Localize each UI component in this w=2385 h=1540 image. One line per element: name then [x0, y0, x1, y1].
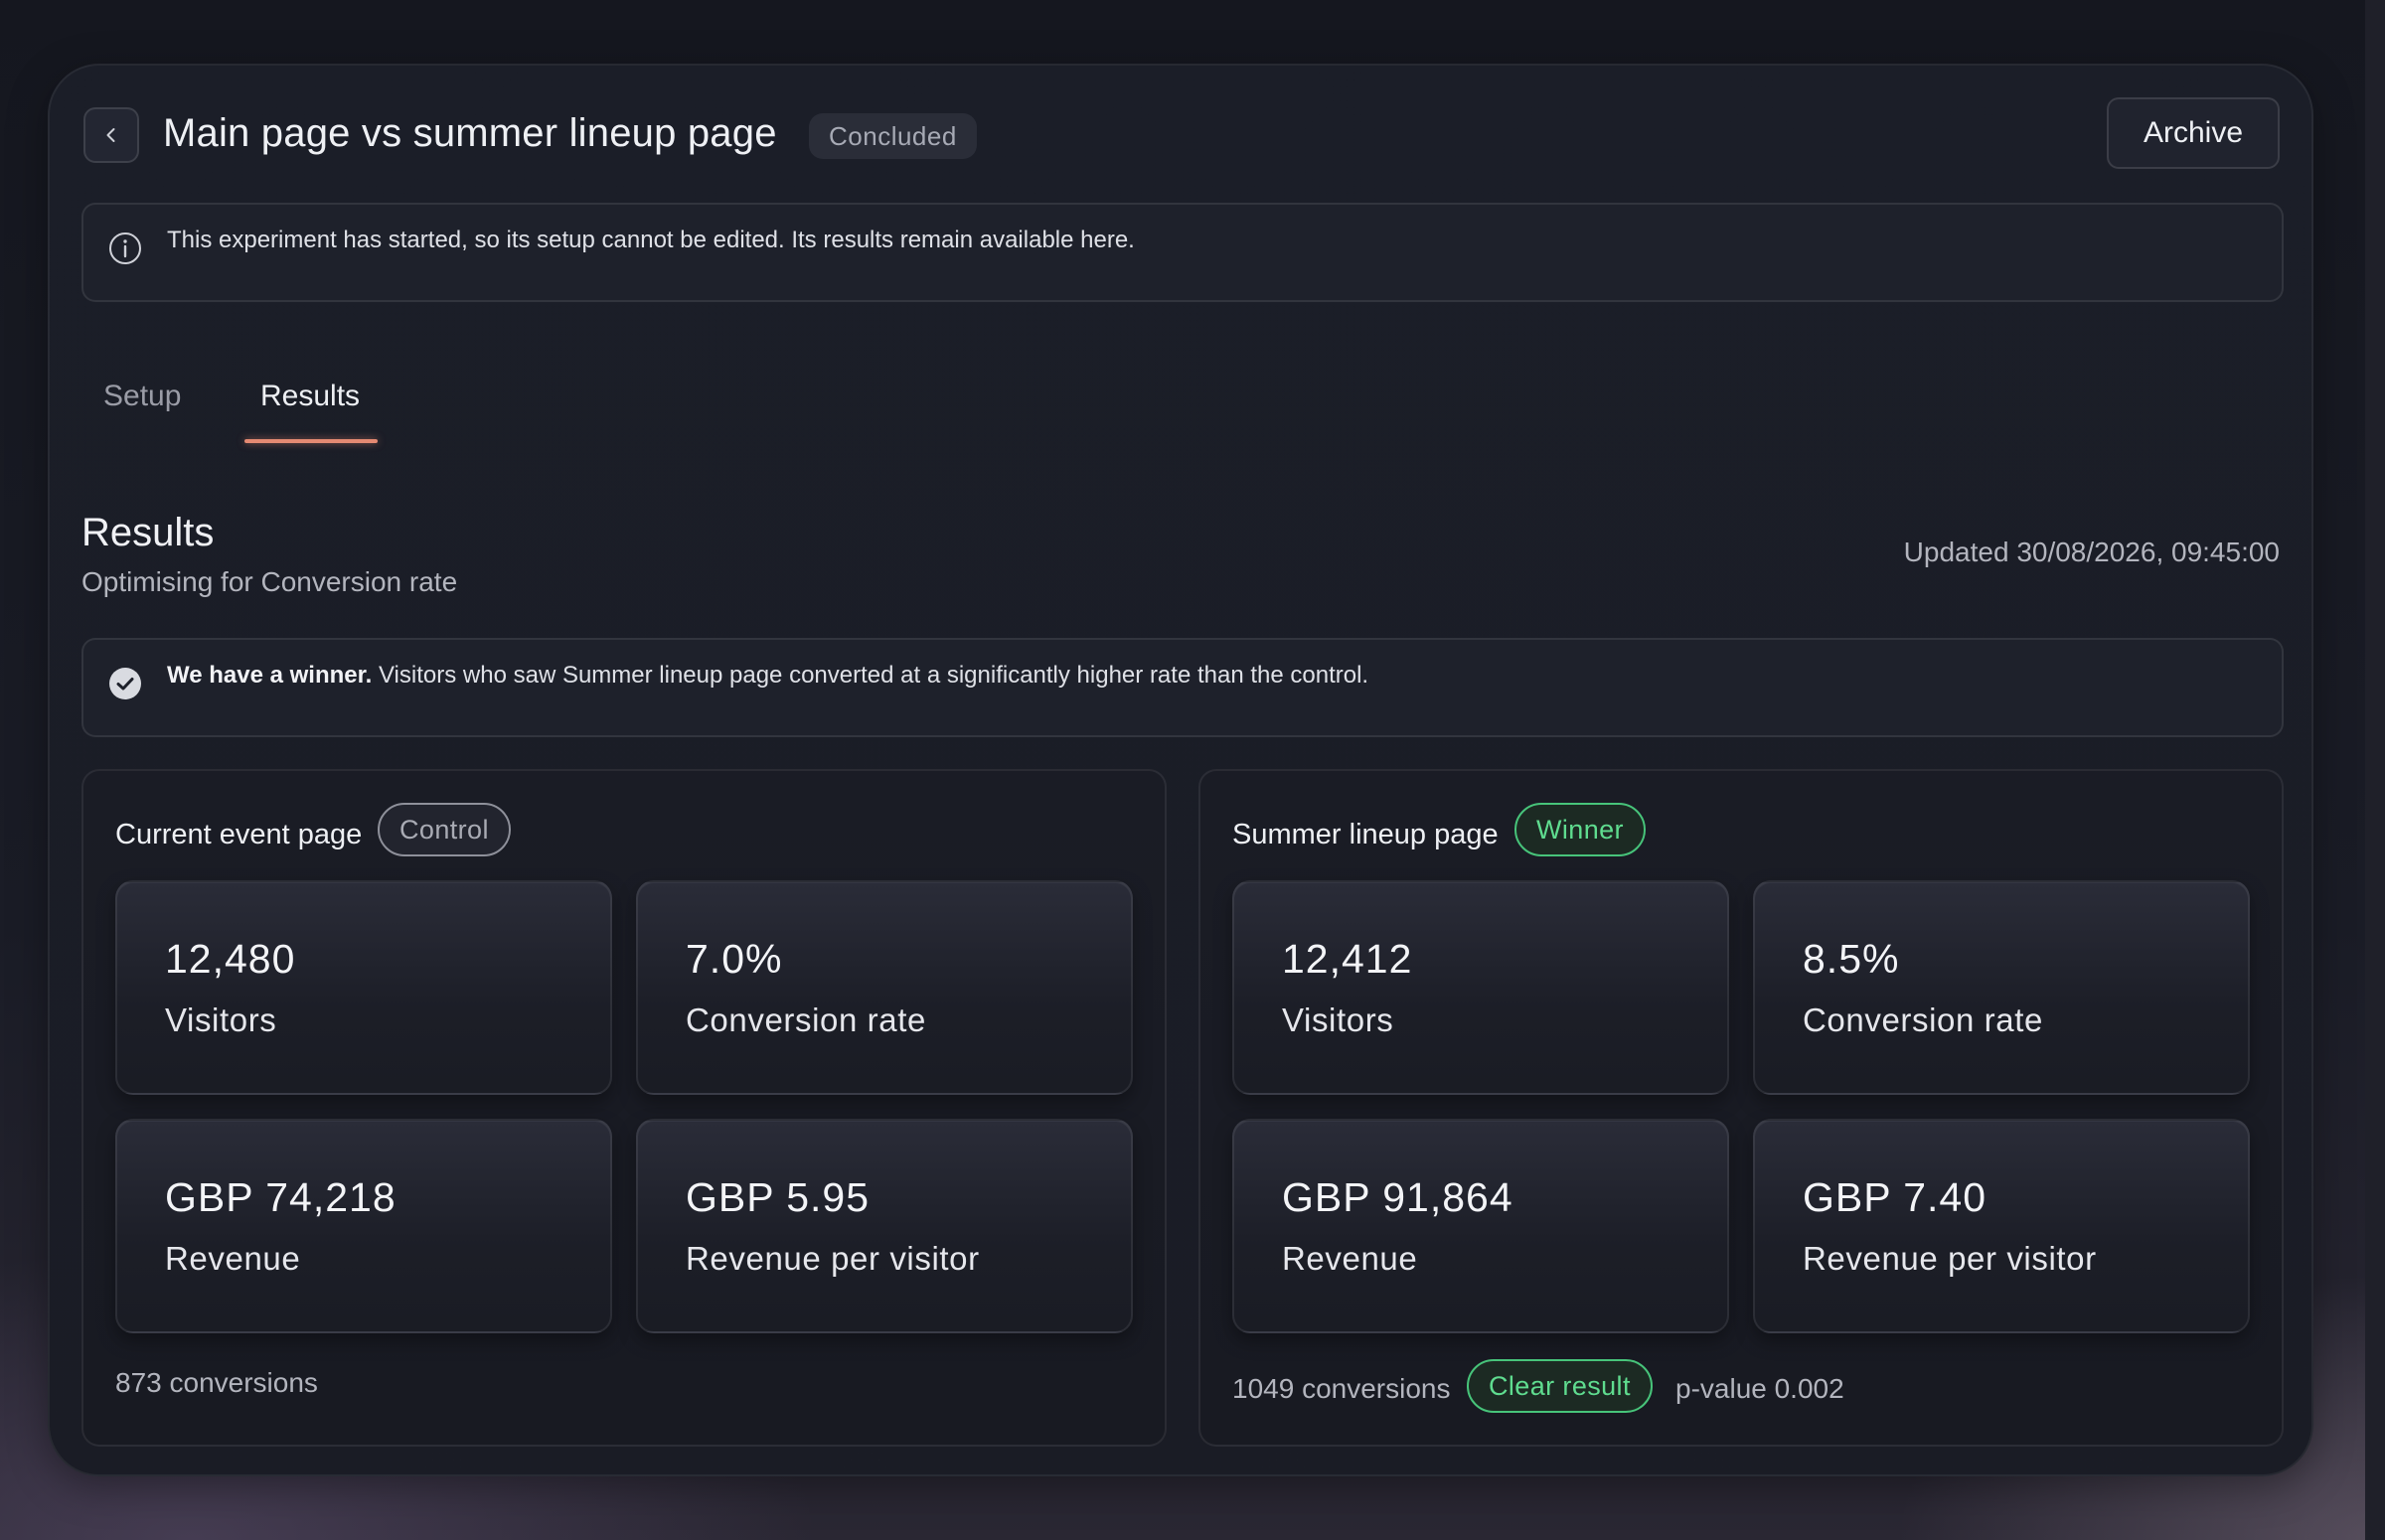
metric-label: Revenue per visitor — [686, 1240, 980, 1277]
winner-banner-bold: We have a winner. — [167, 662, 373, 689]
p-value: p-value 0.002 — [1675, 1373, 1844, 1404]
metric-value: GBP 5.95 — [686, 1174, 871, 1220]
metric-value: 12,412 — [1282, 936, 1413, 982]
results-title: Results — [81, 511, 215, 554]
conversions-count: 873 conversions — [115, 1367, 318, 1398]
variant-name: Current event page — [115, 819, 363, 850]
metric-label: Revenue — [1282, 1240, 1418, 1277]
metric-label: Visitors — [165, 1001, 277, 1038]
active-tab-indicator — [244, 439, 378, 443]
status-badge: Concluded — [809, 113, 977, 159]
clear-result-badge: Clear result — [1467, 1359, 1653, 1413]
metric-label: Visitors — [1282, 1001, 1394, 1038]
check-circle-icon — [107, 666, 143, 701]
metric-label: Revenue — [165, 1240, 301, 1277]
control-badge: Control — [378, 803, 511, 856]
metric-label: Conversion rate — [1803, 1001, 2043, 1038]
metric-revenue-per-visitor: GBP 5.95 Revenue per visitor — [636, 1119, 1133, 1333]
winner-banner-text: We have a winner. Visitors who saw Summe… — [167, 662, 1368, 690]
winner-badge: Winner — [1514, 803, 1646, 856]
tab-setup[interactable]: Setup — [103, 380, 181, 413]
updated-timestamp: Updated 30/08/2026, 09:45:00 — [1903, 537, 2280, 567]
page-title: Main page vs summer lineup page — [163, 111, 777, 155]
metric-value: 7.0% — [686, 936, 783, 982]
metric-value: 8.5% — [1803, 936, 1900, 982]
window-edge — [2365, 0, 2385, 1540]
back-button[interactable] — [83, 107, 139, 163]
metric-conversion-rate: 7.0% Conversion rate — [636, 880, 1133, 1095]
winner-banner: We have a winner. Visitors who saw Summe… — [81, 638, 2284, 737]
info-icon — [107, 231, 143, 266]
results-subtitle: Optimising for Conversion rate — [81, 566, 458, 597]
metric-value: 12,480 — [165, 936, 296, 982]
metric-conversion-rate: 8.5% Conversion rate — [1753, 880, 2250, 1095]
archive-button[interactable]: Archive — [2107, 97, 2280, 169]
metric-visitors: 12,412 Visitors — [1232, 880, 1729, 1095]
metric-label: Revenue per visitor — [1803, 1240, 2097, 1277]
metric-visitors: 12,480 Visitors — [115, 880, 612, 1095]
variant-card-control: Current event page Control 12,480 Visito… — [81, 769, 1167, 1447]
info-banner: This experiment has started, so its setu… — [81, 203, 2284, 302]
conversions-count: 1049 conversions — [1232, 1373, 1451, 1404]
variant-card-winner: Summer lineup page Winner 12,412 Visitor… — [1198, 769, 2284, 1447]
metric-value: GBP 91,864 — [1282, 1174, 1513, 1220]
metric-revenue: GBP 91,864 Revenue — [1232, 1119, 1729, 1333]
metric-value: GBP 7.40 — [1803, 1174, 1988, 1220]
experiment-panel: Main page vs summer lineup page Conclude… — [48, 64, 2313, 1476]
metric-value: GBP 74,218 — [165, 1174, 397, 1220]
info-banner-text: This experiment has started, so its setu… — [167, 227, 1135, 253]
metric-label: Conversion rate — [686, 1001, 926, 1038]
metric-revenue-per-visitor: GBP 7.40 Revenue per visitor — [1753, 1119, 2250, 1333]
metric-revenue: GBP 74,218 Revenue — [115, 1119, 612, 1333]
winner-banner-detail: Visitors who saw Summer lineup page conv… — [372, 662, 1369, 689]
tab-results[interactable]: Results — [260, 380, 360, 413]
variant-name: Summer lineup page — [1232, 819, 1499, 850]
chevron-left-icon — [106, 128, 115, 142]
